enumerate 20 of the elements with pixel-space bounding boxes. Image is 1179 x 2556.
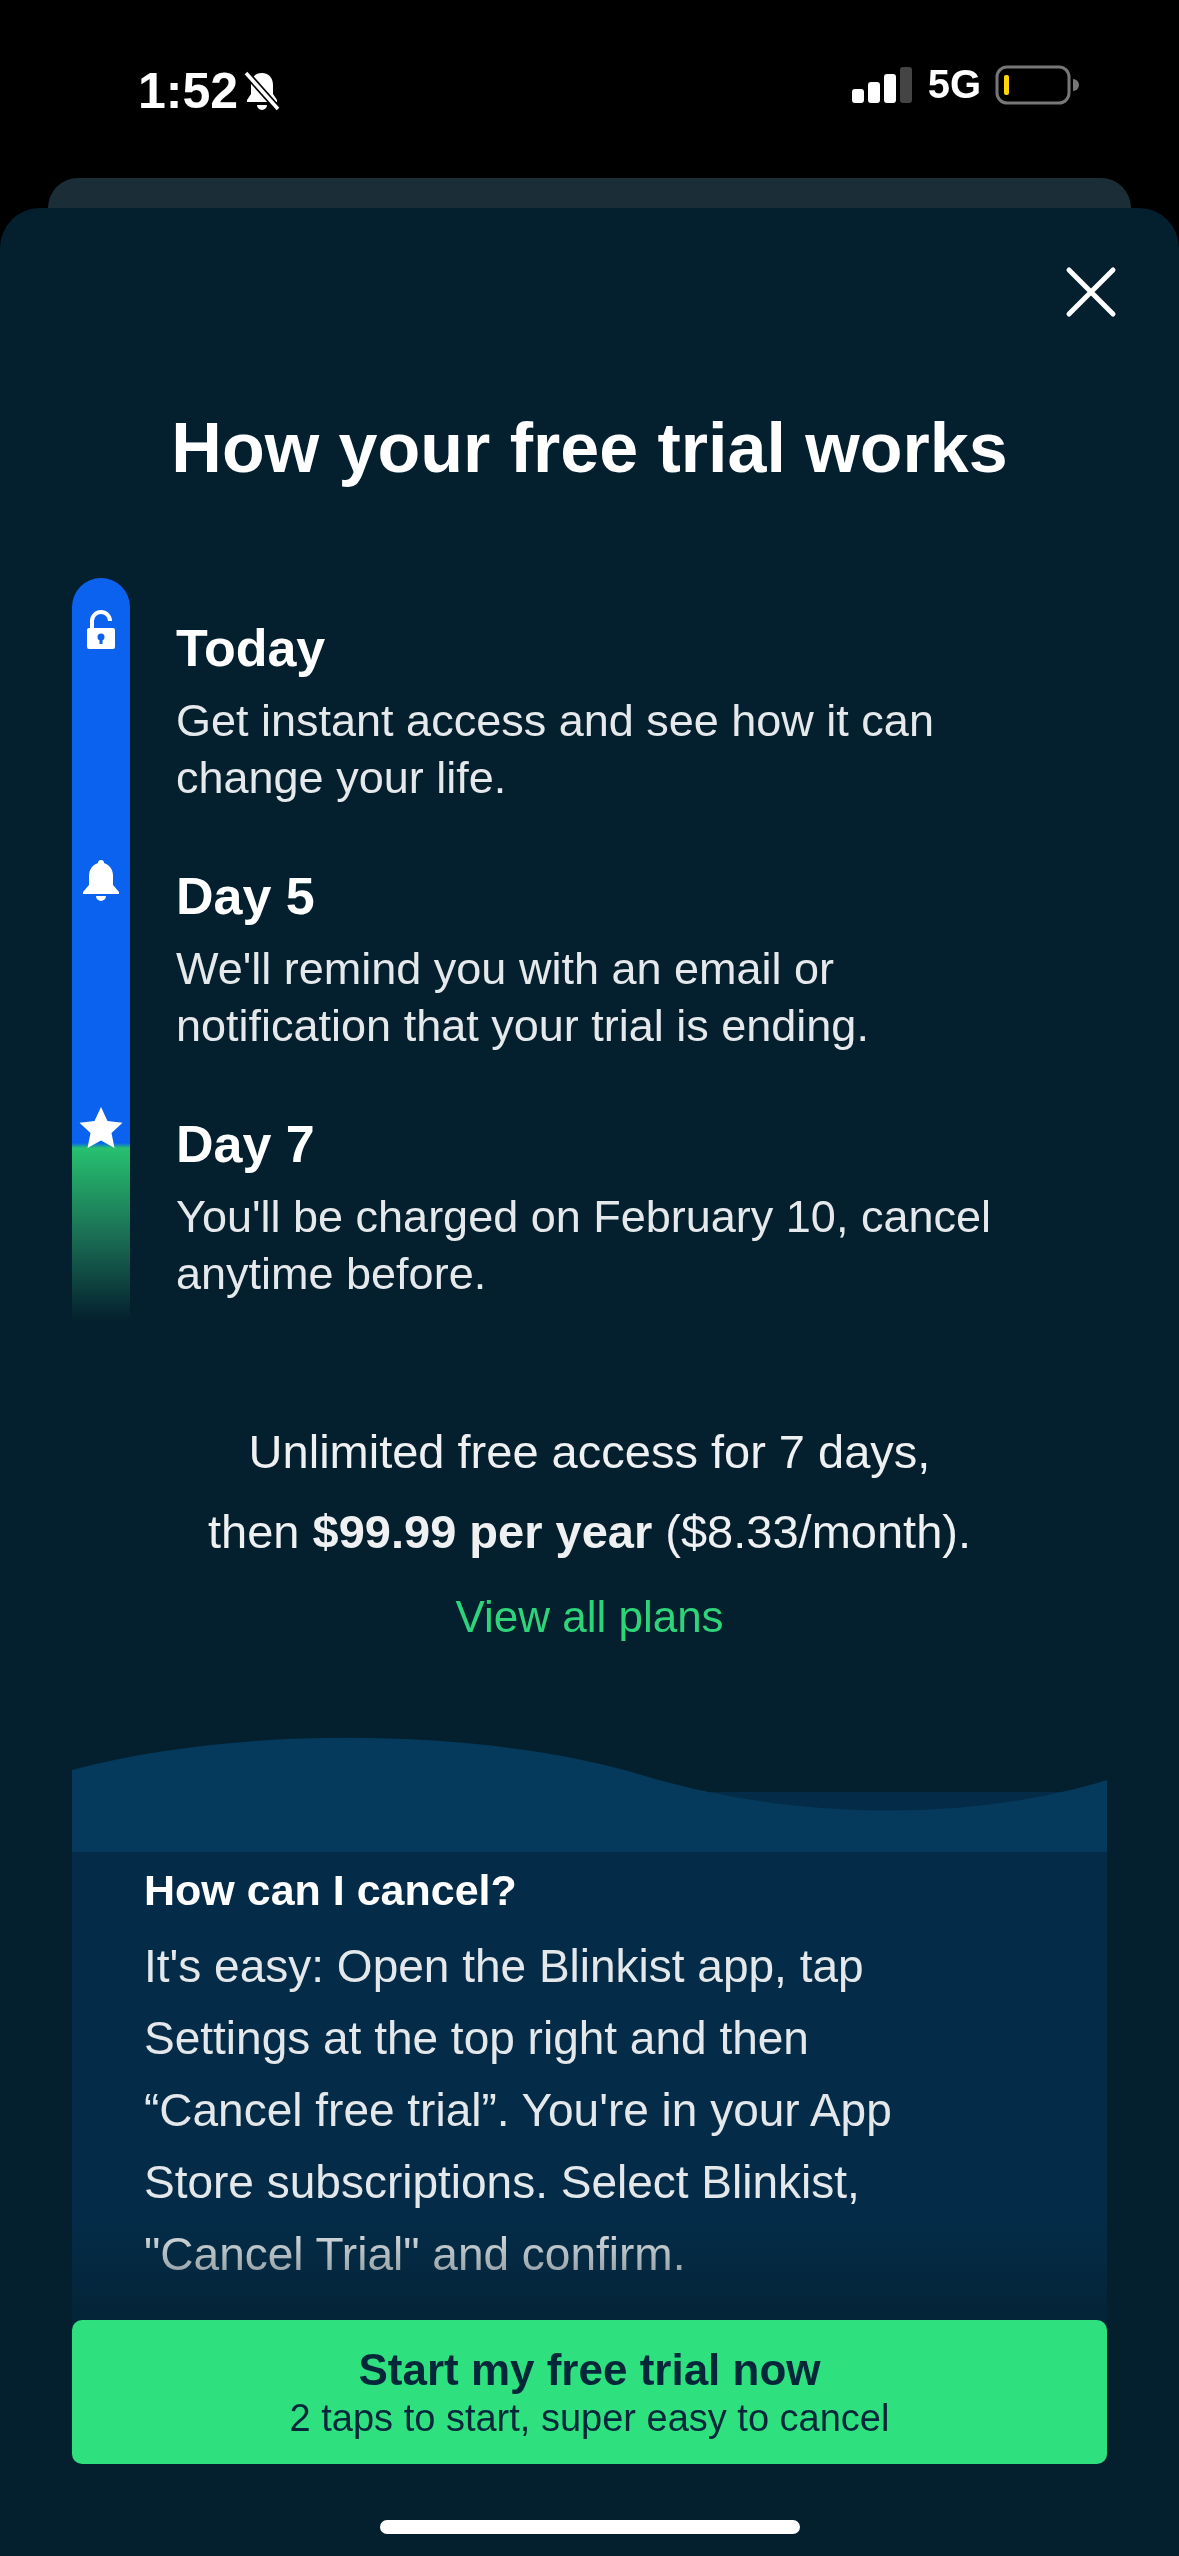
step-title: Day 7 [176, 1114, 316, 1174]
bell-icon [80, 858, 122, 902]
view-plans-link[interactable]: View all plans [455, 1592, 724, 1642]
faq-answer: It's easy: Open the Blinkist app, tap Settings at the top right and then “Cancel free trial”. You're in your App Store subscriptions. Select Blinkist, "Cancel Trial" and confirm. [144, 1939, 893, 2282]
signal-icon [851, 66, 914, 103]
star-icon [78, 1106, 124, 1150]
close-button[interactable] [1065, 266, 1117, 318]
battery-icon [995, 64, 1079, 105]
step-title: Day 5 [176, 866, 316, 926]
step-description: We'll remind you with an email or notification that your trial is ending. [176, 942, 870, 1053]
step-title: Today [176, 618, 327, 678]
start-trial-button[interactable]: Start my free trial now 2 taps to start, super easy to cancel [72, 2320, 1107, 2464]
network-label: 5G [927, 62, 981, 107]
step-description: Get instant access and see how it can change your life. [176, 694, 935, 805]
price-text: Unlimited free access for 7 days, then $99.99 per year ($8.33/month). [207, 1424, 972, 1560]
close-icon [1065, 266, 1117, 318]
faq-question: How can I cancel? [144, 1865, 518, 1916]
status-time: 1:52 [138, 62, 239, 120]
step-description: You'll be charged on February 10, cancel anytime before. [176, 1190, 992, 1301]
sheet-title: How your free trial works [170, 408, 1009, 488]
